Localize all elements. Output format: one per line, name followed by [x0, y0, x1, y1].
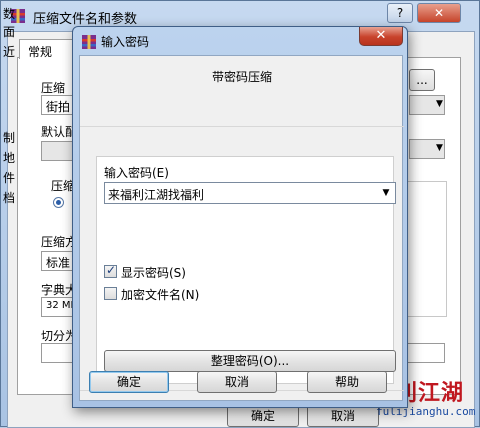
options-combo[interactable]: ▼	[409, 139, 445, 159]
cancel-button-background[interactable]: 取消	[307, 405, 379, 427]
update-mode-combo[interactable]: ▼	[409, 95, 445, 115]
comment-field[interactable]	[407, 343, 445, 363]
password-label: 输入密码(E)	[104, 166, 169, 180]
dialog-client-area: 带密码压缩 输入密码(E) 来福利江湖找福利 ▼ ✓ 显示密码(S) 加密文件名…	[79, 55, 404, 401]
heading-divider	[80, 126, 404, 127]
options-group	[407, 181, 447, 317]
ok-button-background[interactable]: 确定	[227, 405, 299, 427]
dialog-title: 输入密码	[101, 35, 150, 49]
checkmark-icon: ✓	[106, 263, 117, 277]
password-input[interactable]: 来福利江湖找福利	[108, 186, 204, 203]
left-edge-text: 档	[3, 191, 16, 205]
organize-passwords-button[interactable]: 整理密码(O)...	[104, 350, 396, 372]
enter-password-dialog: 输入密码 ✕ 带密码压缩 输入密码(E) 来福利江湖找福利 ▼ ✓ 显示密码(S…	[72, 26, 408, 408]
show-password-checkbox[interactable]: ✓ 显示密码(S)	[104, 263, 224, 280]
left-edge-text: 制	[3, 131, 16, 145]
chevron-down-icon: ▼	[436, 143, 443, 153]
dialog-heading: 带密码压缩	[211, 70, 272, 84]
radio-dot	[56, 200, 61, 205]
browse-button[interactable]: ...	[409, 69, 435, 91]
close-window-button[interactable]: ✕	[417, 3, 461, 23]
tab-general[interactable]: 常规	[19, 39, 73, 59]
help-button[interactable]: 帮助	[307, 371, 387, 393]
left-edge-text: 面	[3, 25, 16, 39]
checkbox-box	[104, 287, 117, 300]
close-dialog-button[interactable]: ✕	[359, 27, 403, 46]
cancel-button[interactable]: 取消	[197, 371, 277, 393]
help-title-button[interactable]: ?	[387, 3, 413, 23]
archive-params-title: 压缩文件名和参数	[33, 12, 138, 27]
left-edge-text: 件	[3, 171, 16, 185]
encrypt-filenames-checkbox[interactable]: 加密文件名(N)	[104, 286, 224, 302]
format-radio[interactable]	[53, 197, 64, 208]
ok-button[interactable]: 确定	[89, 371, 169, 393]
chevron-down-icon: ▼	[436, 99, 443, 109]
winrar-icon	[82, 35, 96, 49]
chevron-down-icon[interactable]: ▼	[379, 185, 393, 201]
show-password-label: 显示密码(S)	[121, 266, 186, 280]
left-edge-text: 近	[3, 45, 16, 59]
password-combo[interactable]: 来福利江湖找福利 ▼	[104, 182, 396, 204]
left-edge-text: 数	[3, 7, 16, 21]
checkbox-box: ✓	[104, 263, 117, 278]
archive-name-label: 压缩	[41, 81, 66, 95]
encrypt-filenames-label: 加密文件名(N)	[121, 288, 200, 302]
left-edge-text: 地	[3, 151, 16, 165]
